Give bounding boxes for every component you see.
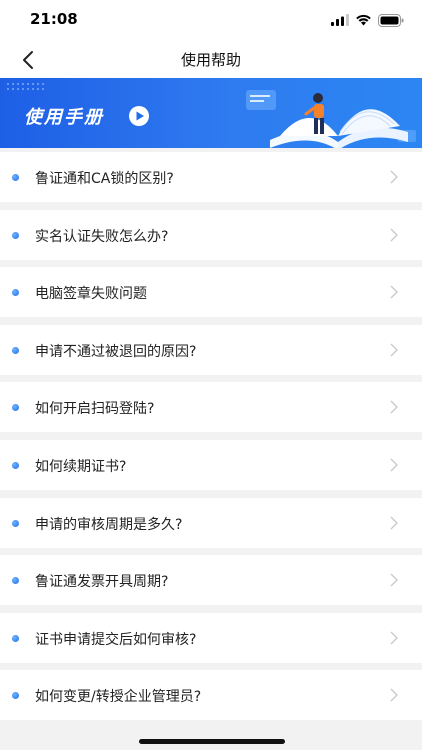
home-indicator[interactable] [139,739,285,744]
help-item[interactable]: 证书申请提交后如何审核? [0,612,422,663]
help-item[interactable]: 申请的审核周期是多久? [0,497,422,548]
bullet-dot-icon [12,174,19,181]
chevron-right-icon [390,285,398,299]
chevron-right-icon [390,400,398,414]
help-item-label: 鲁证通发票开具周期? [35,574,169,591]
help-item[interactable]: 如何续期证书? [0,439,422,490]
bullet-dot-icon [12,519,19,527]
bullet-dot-icon [12,404,19,412]
signal-icon [331,14,349,26]
chevron-right-icon [390,516,398,530]
wifi-icon [356,14,371,26]
help-item[interactable]: 鲁证通发票开具周期? [0,555,422,606]
chevron-right-icon [390,343,398,357]
help-item-label: 如何续期证书? [35,458,127,475]
battery-icon [378,13,404,27]
page-title: 使用帮助 [180,51,241,69]
bullet-dot-icon [12,289,19,297]
chevron-right-icon [390,573,398,587]
chevron-right-icon [390,631,398,645]
status-bar: 21:08 [0,0,422,40]
chevron-right-icon [390,228,398,242]
banner-title: 使用手册 [24,107,104,128]
status-time: 21:08 [30,10,78,28]
help-item-label: 申请不通过被退回的原因? [35,343,197,360]
help-item-label: 证书申请提交后如何审核? [35,631,197,648]
help-item-label: 电脑签章失败问题 [35,286,147,303]
bullet-dot-icon [12,577,19,585]
help-item[interactable]: 如何变更/转授企业管理员? [0,670,422,721]
open-book-illustration-icon [246,90,416,148]
play-icon[interactable] [128,105,150,127]
help-item[interactable]: 如何开启扫码登陆? [0,382,422,433]
bullet-dot-icon [12,461,19,469]
help-item-label: 实名认证失败怎么办? [35,228,169,245]
bullet-dot-icon [12,346,19,354]
help-item-label: 如何开启扫码登陆? [35,401,155,418]
help-item[interactable]: 申请不通过被退回的原因? [0,324,422,375]
help-item[interactable]: 鲁证通和CA锁的区别? [0,152,422,202]
bullet-dot-icon [12,692,19,700]
help-item-label: 鲁证通和CA锁的区别? [35,171,174,187]
chevron-right-icon [390,170,398,184]
dots-pattern-icon [7,83,44,90]
help-item-label: 如何变更/转授企业管理员? [35,689,202,706]
bullet-dot-icon [12,231,19,239]
help-list: 鲁证通和CA锁的区别? 实名认证失败怎么办? 电脑签章失败问题 申请不通过被退回… [0,152,422,728]
help-item-label: 申请的审核周期是多久? [35,516,183,533]
nav-bar: 使用帮助 [0,40,422,78]
chevron-right-icon [390,458,398,472]
help-item[interactable]: 电脑签章失败问题 [0,267,422,318]
chevron-right-icon [390,688,398,702]
bullet-dot-icon [12,634,19,642]
user-manual-banner[interactable]: 使用手册 [0,78,422,148]
help-item[interactable]: 实名认证失败怎么办? [0,209,422,260]
status-icons [331,13,404,27]
